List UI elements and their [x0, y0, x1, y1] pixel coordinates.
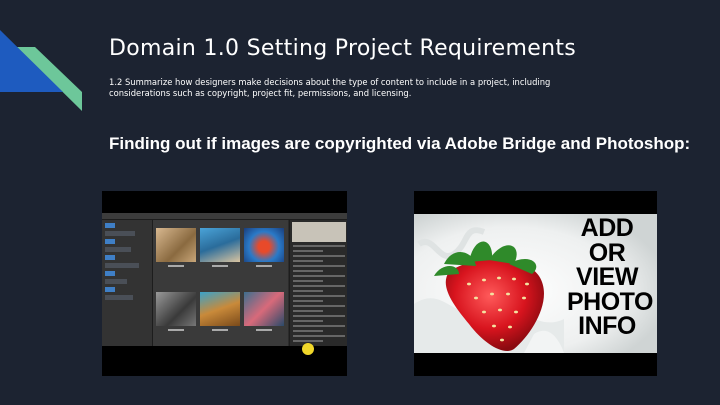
- video-thumbnail: ADD OR VIEW PHOTO INFO: [414, 214, 657, 353]
- caption-line: PHOTO: [567, 287, 653, 316]
- caption-line: ADD: [580, 214, 634, 242]
- slide-subtitle: 1.2 Summarize how designers make decisio…: [109, 77, 551, 98]
- bridge-thumbnail-grid: [153, 220, 288, 346]
- thumbnail-caption: ADD OR VIEW PHOTO INFO: [567, 214, 653, 340]
- thumbnail-image: [200, 228, 240, 262]
- thumbnail-image: [244, 228, 284, 262]
- slide: Domain 1.0 Setting Project Requirements …: [0, 0, 720, 405]
- bridge-folder-panel: [102, 220, 153, 346]
- caption-line: VIEW: [576, 263, 638, 291]
- thumbnail-image: [244, 292, 284, 326]
- slide-title: Domain 1.0 Setting Project Requirements: [109, 36, 577, 61]
- cursor-highlight: [302, 343, 314, 355]
- bridge-metadata-panel: [289, 220, 347, 346]
- caption-line: INFO: [578, 312, 636, 340]
- thumbnail-image: [156, 292, 196, 326]
- corner-accent-shapes: [0, 30, 82, 111]
- section-heading: Finding out if images are copyrighted vi…: [109, 134, 691, 153]
- thumbnail-image: [200, 292, 240, 326]
- bridge-screenshot: [102, 213, 347, 346]
- thumbnail-image: [156, 228, 196, 262]
- video-adobe-bridge[interactable]: [102, 191, 347, 376]
- video-photo-info[interactable]: ADD OR VIEW PHOTO INFO: [414, 191, 657, 376]
- caption-line: OR: [588, 238, 626, 267]
- bridge-toolbar: [102, 213, 347, 220]
